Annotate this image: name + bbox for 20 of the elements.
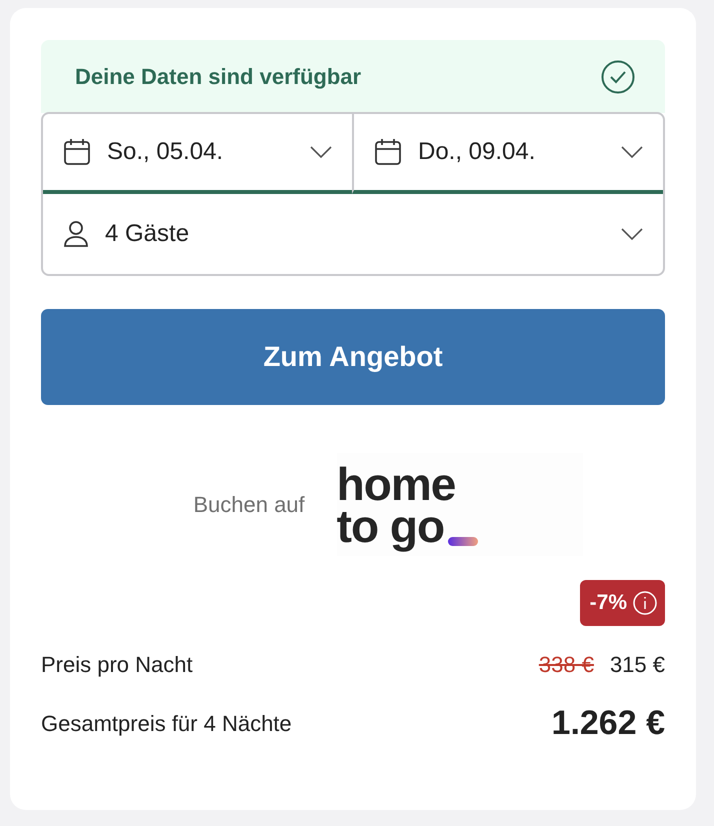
provider-label: Buchen auf [193,492,305,518]
availability-text: Deine Daten sind verfügbar [75,64,362,90]
old-price: 338 € [538,652,594,677]
person-icon [63,220,89,248]
chevron-down-icon [621,146,643,158]
date-field[interactable]: So., 05.04. [43,114,352,194]
chevron-down-icon [621,228,643,240]
info-icon[interactable] [633,591,657,615]
calendar-icon [374,138,402,166]
chevron-down-icon [310,146,332,158]
night-price: 315 € [610,652,665,677]
total-price: 1.262 € [552,704,665,742]
price-label: Gesamtpreis für 4 Nächte [41,710,292,736]
check-circle-icon [601,60,635,94]
calendar-icon [63,138,91,166]
guests-field[interactable]: 4 Gäste [43,194,663,274]
offer-button[interactable]: Zum Angebot [41,309,665,405]
price-label: Preis pro Nacht [41,652,193,678]
date-field[interactable]: Do., 09.04. [352,114,663,194]
discount-badge: -7% [580,580,665,626]
